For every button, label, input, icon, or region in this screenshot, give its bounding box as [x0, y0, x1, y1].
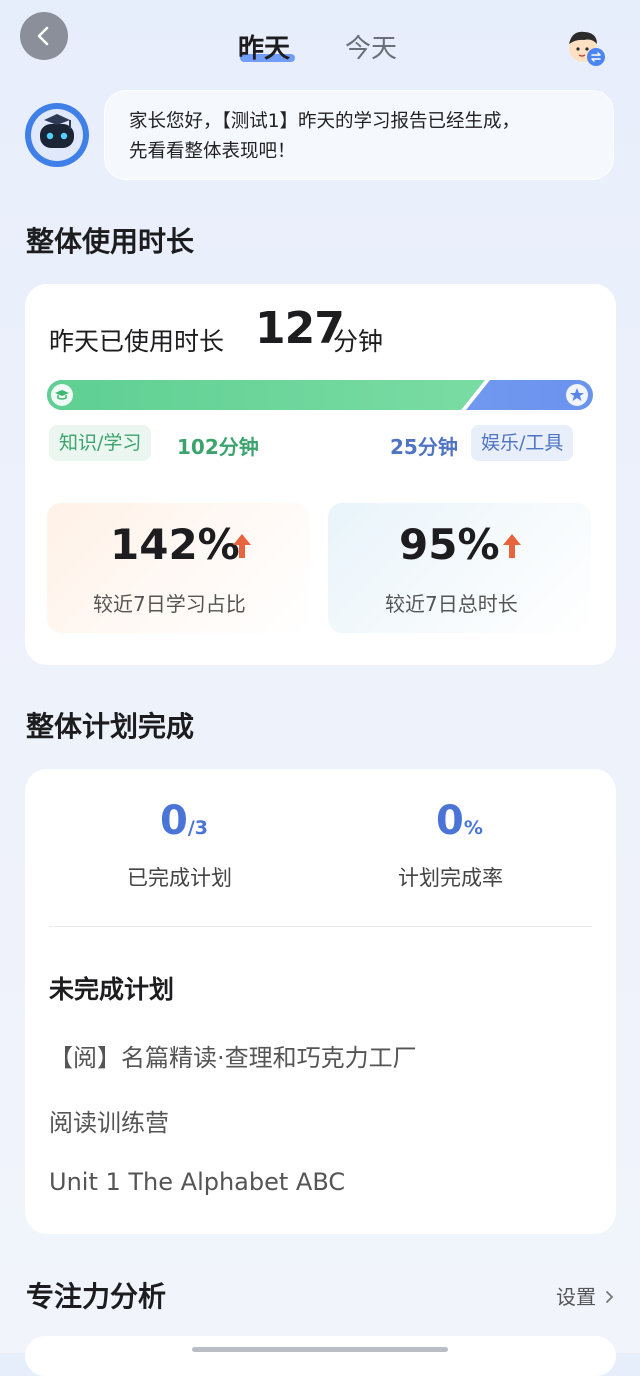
- plan-rate: 0%: [436, 798, 483, 844]
- unfinished-plan-item[interactable]: Unit 1 The Alphabet ABC: [49, 1168, 345, 1196]
- unfinished-plan-item[interactable]: 阅读训练营: [49, 1103, 169, 1138]
- stat-study-ratio-value: 142%: [110, 520, 240, 569]
- plan-rate-label: 计划完成率: [398, 866, 503, 890]
- plan-completed-value: 0: [160, 798, 188, 844]
- stat-total-duration-caption: 较近7日总时长: [385, 592, 518, 616]
- study-category-chip: 知识/学习: [49, 425, 152, 461]
- graduation-cap-icon: [51, 384, 73, 406]
- focus-settings-link[interactable]: 设置: [556, 1281, 614, 1310]
- stat-study-ratio-caption: 较近7日学习占比: [93, 592, 246, 616]
- usage-label: 昨天已使用时长: [49, 327, 225, 356]
- plan-rate-value: 0: [436, 798, 464, 844]
- plan-rate-unit: %: [463, 817, 483, 839]
- plan-completed-total: /3: [187, 817, 209, 839]
- usage-split-bar: [47, 380, 593, 410]
- divider: [49, 926, 592, 927]
- greeting-bubble: 家长您好，【测试1】昨天的学习报告已经生成， 先看看整体表现吧！: [104, 90, 614, 180]
- star-icon: [566, 384, 588, 406]
- greeting-line-2: 先看看整体表现吧！: [129, 141, 296, 162]
- plan-completed-count: 0/3: [160, 798, 208, 844]
- fun-minutes: 25分钟: [390, 435, 458, 459]
- unfinished-plans-title: 未完成计划: [49, 975, 175, 1004]
- plan-section-title: 整体计划完成: [26, 710, 195, 743]
- settings-label: 设置: [556, 1285, 596, 1309]
- unfinished-plan-item[interactable]: 【阅】名篇精读·查理和巧克力工厂: [49, 1038, 417, 1073]
- child-avatar-switch-icon: [569, 31, 605, 66]
- tab-yesterday[interactable]: 昨天: [238, 28, 290, 65]
- robot-assistant-avatar: [24, 102, 90, 168]
- focus-card: [25, 1336, 616, 1376]
- trend-up-icon: [503, 534, 521, 558]
- home-indicator: [192, 1347, 448, 1352]
- chevron-left-icon: [37, 26, 49, 46]
- child-switch-button[interactable]: [564, 26, 606, 68]
- usage-unit: 分钟: [333, 327, 384, 356]
- study-minutes: 102分钟: [177, 435, 259, 459]
- study-segment: [47, 380, 485, 410]
- trend-up-icon: [233, 534, 251, 558]
- chevron-right-icon: [606, 1291, 614, 1303]
- focus-section-title: 专注力分析: [26, 1280, 167, 1313]
- usage-section-title: 整体使用时长: [26, 225, 195, 258]
- fun-category-chip: 娱乐/工具: [471, 425, 574, 461]
- greeting-line-1: 家长您好，【测试1】昨天的学习报告已经生成，: [129, 111, 521, 132]
- back-button[interactable]: [20, 12, 68, 60]
- stat-total-duration-value: 95%: [399, 520, 500, 569]
- usage-total: 127: [255, 303, 345, 354]
- plan-completed-label: 已完成计划: [127, 866, 232, 890]
- tab-today[interactable]: 今天: [345, 28, 397, 65]
